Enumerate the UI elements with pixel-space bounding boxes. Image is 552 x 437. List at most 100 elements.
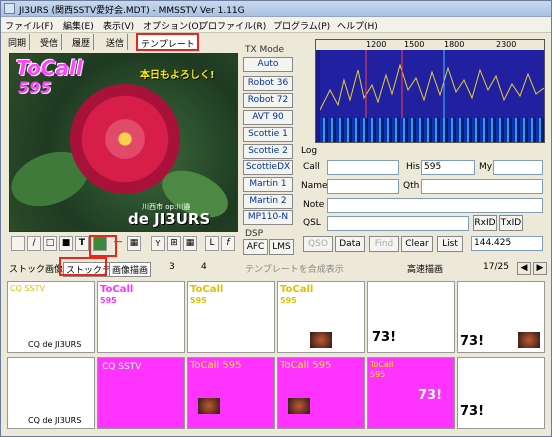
grid-tool-icon[interactable]: ▦ (127, 236, 141, 251)
rect-tool-icon[interactable]: □ (43, 236, 57, 251)
mode-button-mp110n[interactable]: MP110-N (243, 210, 293, 225)
f-tool-icon[interactable]: f (221, 236, 235, 251)
waterfall-display (320, 118, 544, 142)
stock-thumbnails: CQ SSTV CQ de JI3URS ToCall 595 ToCall 5… (7, 281, 547, 431)
title-bar: JI3URS (関西SSTV愛好会.MDT) - MMSSTV Ver 1.11… (1, 1, 551, 17)
frequency-select[interactable]: 144.425 (471, 236, 543, 251)
table-tool-icon[interactable]: ▦ (183, 236, 197, 251)
data-button[interactable]: Data (335, 236, 365, 252)
note-label: Note (303, 200, 325, 210)
next-page-icon[interactable]: ▶ (533, 262, 547, 275)
line-tool-icon[interactable]: / (27, 236, 41, 251)
afc-button[interactable]: AFC (243, 239, 268, 255)
list-button[interactable]: List (437, 236, 463, 252)
dsp-group: DSP AFC LMS (241, 229, 295, 257)
my-label: My (479, 162, 493, 172)
scale-1200: 1200 (366, 40, 387, 49)
menu-file[interactable]: ファイル(F) (5, 19, 53, 32)
mode-button-scottiedx[interactable]: ScottieDX (243, 160, 293, 175)
mode-button-scottie1[interactable]: Scottie 1 (243, 127, 293, 142)
his-rst-select[interactable]: 595 (421, 160, 475, 175)
prev-page-icon[interactable]: ◀ (517, 262, 531, 275)
l-tool-icon[interactable]: L (205, 236, 219, 251)
mode-button-martin1[interactable]: Martin 1 (243, 177, 293, 192)
filled-rect-tool-icon[interactable]: ■ (59, 236, 73, 251)
call-field[interactable] (327, 160, 399, 175)
qso-button[interactable]: QSO (303, 236, 333, 252)
my-rst-select[interactable] (493, 160, 543, 175)
thumb-2[interactable]: ToCall 595 (97, 281, 185, 353)
qth-field[interactable] (421, 179, 543, 194)
image-draw-tooltip: 画像描画 (109, 262, 152, 277)
mode-button-robot72[interactable]: Robot 72 (243, 93, 293, 108)
lms-button[interactable]: LMS (269, 239, 294, 255)
spectrum-display[interactable]: 1200 1500 1800 2300 (315, 39, 545, 143)
page-count: 17/25 (483, 262, 509, 272)
highlight-template-tab (136, 33, 199, 51)
thumb-photo (310, 332, 332, 348)
menu-profile[interactable]: プロファイル(R) (199, 19, 266, 32)
menu-program[interactable]: プログラム(P) (273, 19, 330, 32)
txid-button[interactable]: TxID (499, 215, 523, 231)
thumb-7[interactable]: CQ de JI3URS (7, 357, 95, 429)
tab-history[interactable]: 履歴 (69, 34, 95, 50)
qth-label: Qth (403, 181, 420, 191)
find-button[interactable]: Find (369, 236, 399, 252)
tab-receive[interactable]: 受信 (37, 34, 63, 50)
composite-checkbox[interactable]: テンプレートを合成表示 (245, 262, 344, 275)
image-greeting-text: 本日もよろしく! (140, 70, 215, 81)
call-label: Call (303, 162, 320, 172)
thumb-9[interactable]: ToCall 595 (187, 357, 275, 429)
thumb-1[interactable]: CQ SSTV CQ de JI3URS (7, 281, 95, 353)
thumb-photo (518, 332, 540, 348)
select-tool-icon[interactable] (11, 236, 25, 251)
thumb-photo (288, 398, 310, 414)
draw-toolbar: / □ ■ T — ▦ Y ⊞ ▦ L f (9, 234, 238, 254)
camellia-flower (70, 84, 180, 194)
tx-mode-group: TX Mode Auto Robot 36 Robot 72 AVT 90 Sc… (241, 45, 293, 231)
tab-page-3[interactable]: 3 (169, 262, 175, 272)
thumb-photo (198, 398, 220, 414)
qsl-field[interactable] (327, 216, 469, 231)
fast-draw-checkbox[interactable]: 高速描画 (407, 262, 443, 275)
menu-options[interactable]: オプション(O) (143, 19, 202, 32)
qsl-label: QSL (303, 218, 321, 228)
mode-button-avt90[interactable]: AVT 90 (243, 110, 293, 125)
menu-help[interactable]: ヘルプ(H) (337, 19, 378, 32)
thumb-6[interactable]: 73! (457, 281, 545, 353)
image-rst-text: 595 (18, 78, 52, 97)
name-field[interactable] (327, 179, 399, 194)
template-image-canvas[interactable]: ToCall 595 本日もよろしく! 川西市 op:川邉 de JI3URS (9, 53, 238, 232)
menu-view[interactable]: 表示(V) (103, 19, 134, 32)
tab-stock-image[interactable]: ストック画像 (9, 262, 63, 275)
thumb-11[interactable]: ToCall 595 73! (367, 357, 455, 429)
thumb-3[interactable]: ToCall 595 (187, 281, 275, 353)
y-tool-icon[interactable]: Y (151, 236, 165, 251)
thumb-4[interactable]: ToCall 595 (277, 281, 365, 353)
thumb-12[interactable]: 73! (457, 357, 545, 429)
copy-tool-icon[interactable]: ⊞ (167, 236, 181, 251)
tab-transmit[interactable]: 送信 (103, 34, 129, 50)
clear-button[interactable]: Clear (401, 236, 433, 252)
mode-button-scottie2[interactable]: Scottie 2 (243, 144, 293, 159)
scale-1800: 1800 (444, 40, 465, 49)
tx-mode-label: TX Mode (245, 45, 285, 55)
dsp-label: DSP (245, 229, 264, 239)
frequency-scale: 1200 1500 1800 2300 (316, 40, 544, 50)
log-label: Log (301, 146, 318, 156)
scale-2300: 2300 (496, 40, 517, 49)
rxid-button[interactable]: RxID (473, 215, 497, 231)
log-group: Log Call His 595 My Name Qth Note QSL Rx… (297, 144, 551, 254)
thumb-8[interactable]: CQ SSTV (97, 357, 185, 429)
mode-button-robot36[interactable]: Robot 36 (243, 76, 293, 91)
tab-sync[interactable]: 同期 (5, 34, 31, 50)
tab-page-4[interactable]: 4 (201, 262, 207, 272)
thumb-10[interactable]: ToCall 595 (277, 357, 365, 429)
scale-1500: 1500 (404, 40, 425, 49)
mode-button-auto[interactable]: Auto (243, 57, 293, 72)
mode-button-martin2[interactable]: Martin 2 (243, 194, 293, 209)
menu-edit[interactable]: 編集(E) (63, 19, 94, 32)
text-tool-icon[interactable]: T (75, 236, 89, 251)
note-field[interactable] (327, 198, 543, 213)
thumb-5[interactable]: 73! (367, 281, 455, 353)
